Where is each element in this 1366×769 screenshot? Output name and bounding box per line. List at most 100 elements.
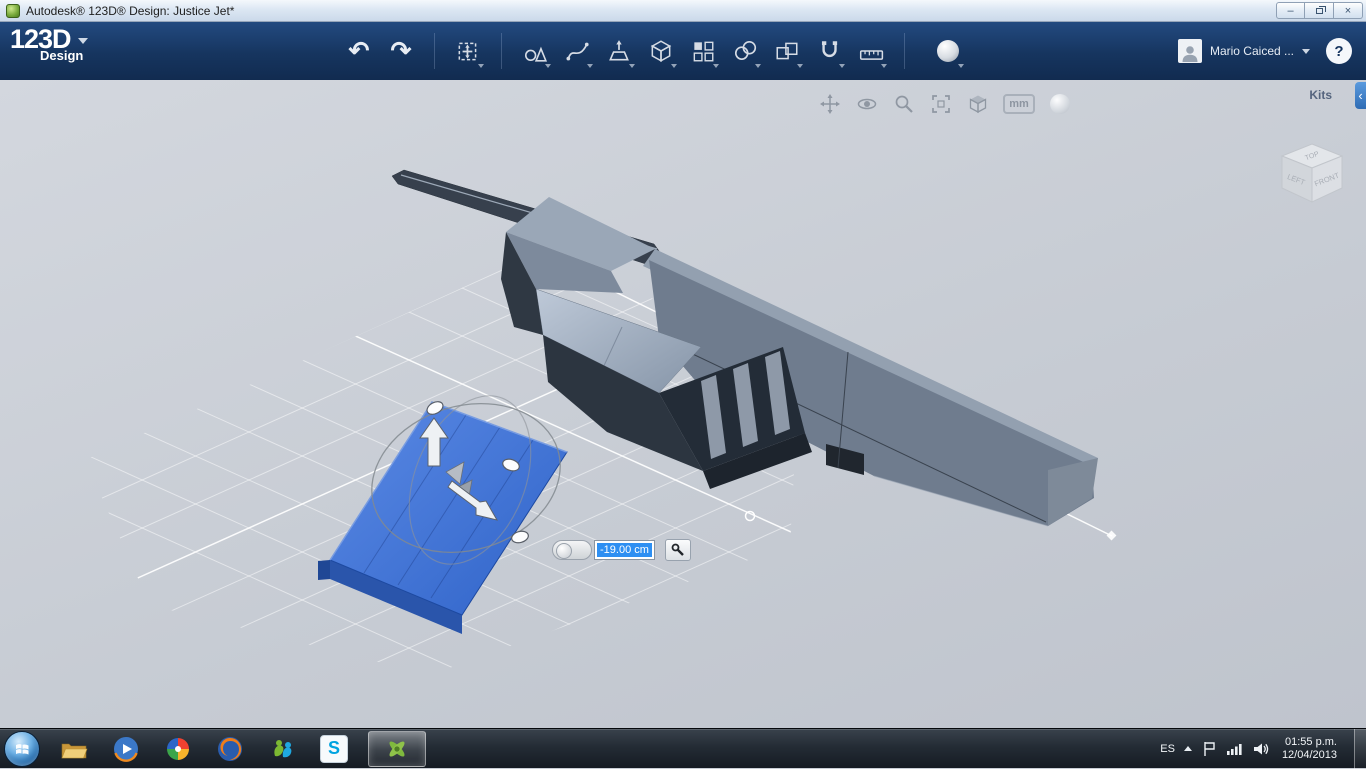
- network-icon[interactable]: [1226, 741, 1243, 756]
- grouping-tool-button[interactable]: [728, 32, 762, 70]
- user-account-menu[interactable]: Mario Caiced ...: [1177, 22, 1310, 80]
- window-controls: – ×: [1276, 2, 1363, 19]
- undo-icon: ↶: [348, 37, 370, 65]
- restore-icon: [1315, 5, 1326, 14]
- user-name: Mario Caiced ...: [1209, 44, 1294, 58]
- combine-tool-button[interactable]: [770, 32, 804, 70]
- taskbar-icons: S: [56, 730, 426, 768]
- units-button[interactable]: mm: [1003, 94, 1035, 114]
- app-123d-active-button[interactable]: [368, 730, 426, 767]
- kits-panel-label[interactable]: Kits: [1309, 88, 1332, 102]
- skype-letter: S: [327, 738, 340, 758]
- toolbar-divider: [904, 33, 905, 69]
- window-titlebar: Autodesk® 123D® Design: Justice Jet* – ×: [0, 0, 1366, 22]
- show-desktop-button[interactable]: [1354, 728, 1366, 769]
- transform-icon: [458, 42, 477, 61]
- dimension-drag-handle[interactable]: [552, 540, 592, 560]
- modify-tool-button[interactable]: [644, 32, 678, 70]
- start-button[interactable]: [4, 730, 40, 767]
- primitives-icon: [524, 46, 548, 62]
- help-button[interactable]: ?: [1326, 38, 1352, 64]
- dimension-input[interactable]: -19.00 cm: [594, 540, 655, 560]
- zoom-icon[interactable]: [892, 92, 916, 116]
- skype-icon[interactable]: S: [316, 730, 352, 768]
- combine-icon: [776, 42, 798, 60]
- user-avatar: [1177, 39, 1202, 63]
- orbit-icon[interactable]: [855, 92, 879, 116]
- chevron-down-icon: [1302, 48, 1310, 54]
- redo-icon: ↷: [390, 37, 412, 65]
- chevron-left-icon: ‹: [1358, 88, 1363, 103]
- messenger-icon[interactable]: [264, 730, 300, 768]
- viewport: mm Kits ‹ TOP LEFT FRONT -19.00 cm: [0, 80, 1366, 728]
- firefox-icon[interactable]: [212, 730, 248, 768]
- dropdown-caret-icon: [839, 64, 845, 68]
- sketch-icon: [566, 42, 589, 61]
- windows-flag-icon: [16, 743, 29, 754]
- show-hidden-icons-chevron[interactable]: [1183, 746, 1192, 751]
- close-button[interactable]: ×: [1334, 2, 1363, 19]
- modify-cube-icon: [650, 40, 672, 63]
- construct-icon: [609, 40, 629, 61]
- action-center-flag-icon[interactable]: [1201, 740, 1217, 757]
- view-navigation-toolbar: mm: [818, 92, 1072, 116]
- minimize-button[interactable]: –: [1276, 2, 1305, 19]
- dropdown-caret-icon: [671, 64, 677, 68]
- explorer-icon[interactable]: [56, 730, 92, 768]
- sketch-tool-button[interactable]: [560, 32, 594, 70]
- dropdown-caret-icon: [958, 64, 964, 68]
- dropdown-caret-icon: [755, 64, 761, 68]
- color-wheel-app-icon[interactable]: [160, 730, 196, 768]
- viewport-canvas[interactable]: [0, 80, 1366, 728]
- pattern-tool-button[interactable]: [686, 32, 720, 70]
- dimension-options-button[interactable]: [664, 539, 691, 561]
- toolbar-divider: [434, 33, 435, 69]
- undo-button[interactable]: ↶: [342, 32, 376, 70]
- dropdown-caret-icon: [587, 64, 593, 68]
- app-window-icon: [6, 3, 20, 18]
- toolbar-divider: [501, 33, 502, 69]
- kits-panel-collapse-tab[interactable]: ‹: [1355, 82, 1366, 109]
- system-tray: ES 01:55 p.m. 12/04/2013: [1160, 728, 1366, 769]
- ruler-icon: [859, 50, 884, 60]
- clock-date: 12/04/2013: [1281, 748, 1337, 761]
- endpoint-marker[interactable]: [1106, 530, 1117, 541]
- chevron-down-icon: [77, 38, 88, 44]
- primitives-tool-button[interactable]: [518, 32, 552, 70]
- taskbar-clock[interactable]: 01:55 p.m. 12/04/2013: [1282, 736, 1337, 762]
- view-cube[interactable]: TOP LEFT FRONT: [1270, 136, 1354, 220]
- measure-tool-button[interactable]: [854, 32, 888, 70]
- app-menu-logo[interactable]: 123D Design: [10, 25, 88, 63]
- dimension-value: -19.00 cm: [597, 543, 652, 557]
- dropdown-caret-icon: [713, 64, 719, 68]
- app-header: 123D Design ↶ ↷ Mario Caiced ... ?: [0, 22, 1366, 80]
- construct-tool-button[interactable]: [602, 32, 636, 70]
- media-player-icon[interactable]: [108, 730, 144, 768]
- redo-button[interactable]: ↷: [384, 32, 418, 70]
- app-123d-icon: [389, 741, 405, 756]
- zoom-fit-icon[interactable]: [929, 92, 953, 116]
- pattern-icon: [693, 41, 714, 62]
- wrench-icon: [671, 543, 684, 556]
- dimension-input-widget: -19.00 cm: [552, 539, 691, 561]
- windows-taskbar: S ES 01:55 p.m. 12/04/2013: [0, 728, 1366, 769]
- clock-time: 01:55 p.m.: [1285, 735, 1337, 748]
- main-toolbar: ↶ ↷: [338, 22, 969, 80]
- snap-tool-button[interactable]: [812, 32, 846, 70]
- material-tool-button[interactable]: [931, 32, 965, 70]
- dropdown-caret-icon: [881, 64, 887, 68]
- visibility-icon[interactable]: [1048, 92, 1072, 116]
- pan-icon[interactable]: [818, 92, 842, 116]
- language-indicator[interactable]: ES: [1160, 743, 1175, 755]
- transform-tool-button[interactable]: [451, 32, 485, 70]
- magnet-icon: [821, 41, 838, 58]
- dropdown-caret-icon: [478, 64, 484, 68]
- material-sphere-icon: [937, 40, 959, 62]
- display-mode-icon[interactable]: [966, 92, 990, 116]
- dropdown-caret-icon: [629, 64, 635, 68]
- volume-icon[interactable]: [1252, 741, 1269, 757]
- logo-subtitle: Design: [40, 48, 84, 63]
- restore-button[interactable]: [1305, 2, 1334, 19]
- person-icon: [1182, 46, 1198, 62]
- grouping-icon: [734, 40, 757, 60]
